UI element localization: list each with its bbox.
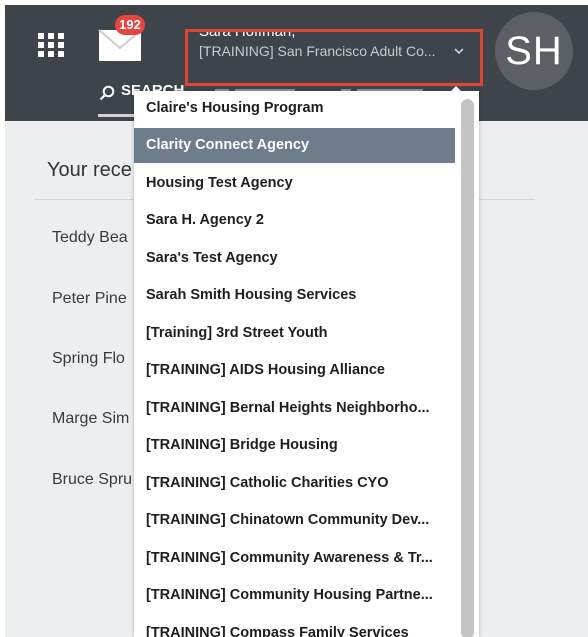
recent-item[interactable]: Peter Pine [52, 290, 127, 308]
recent-item[interactable]: Marge Sim [52, 410, 129, 428]
recent-item[interactable]: Spring Flo [52, 350, 125, 368]
agency-option[interactable]: Sara H. Agency 2 [134, 203, 455, 238]
dropdown-scrollbar[interactable] [461, 99, 474, 637]
recent-item[interactable]: Bruce Spru [52, 471, 132, 489]
agency-option-selected[interactable]: Clarity Connect Agency [134, 128, 455, 163]
agency-option[interactable]: [TRAINING] Compass Family Services [134, 616, 455, 637]
avatar[interactable]: SH [495, 12, 573, 90]
agency-option[interactable]: [TRAINING] AIDS Housing Alliance [134, 353, 455, 388]
recent-title: Your rece [47, 159, 132, 181]
agency-option[interactable]: [TRAINING] Community Housing Partne... [134, 578, 455, 613]
apps-grid-icon[interactable] [38, 33, 64, 57]
agency-option[interactable]: Housing Test Agency [134, 166, 455, 201]
agency-dropdown: Claire's Housing Program Clarity Connect… [134, 91, 479, 637]
agency-option[interactable]: [TRAINING] Catholic Charities CYO [134, 466, 455, 501]
agency-option[interactable]: Sarah Smith Housing Services [134, 278, 455, 313]
notification-badge: 192 [115, 15, 145, 35]
agency-option[interactable]: [Training] 3rd Street Youth [134, 316, 455, 351]
agency-option[interactable]: [TRAINING] Community Awareness & Tr... [134, 541, 455, 576]
search-icon [99, 85, 115, 101]
agency-option[interactable]: Claire's Housing Program [134, 91, 455, 126]
recent-item[interactable]: Teddy Bea [52, 229, 128, 247]
agency-option[interactable]: [TRAINING] Chinatown Community Dev... [134, 503, 455, 538]
agency-option[interactable]: [TRAINING] Bernal Heights Neighborho... [134, 391, 455, 426]
agency-highlight-box [185, 29, 483, 86]
agency-option[interactable]: Sara's Test Agency [134, 241, 455, 276]
agency-option[interactable]: [TRAINING] Bridge Housing [134, 428, 455, 463]
app-frame: 192 Sara Hoffman, [TRAINING] San Francis… [5, 5, 588, 637]
